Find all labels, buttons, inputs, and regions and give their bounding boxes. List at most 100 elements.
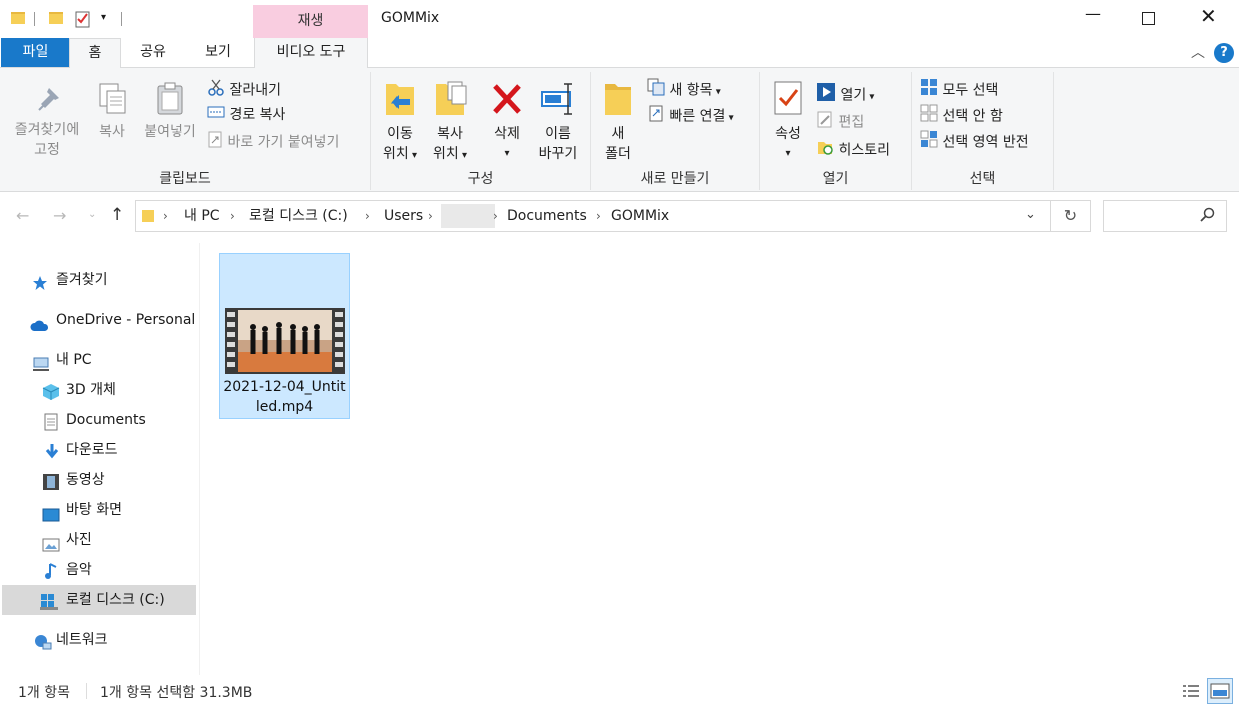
back-arrow-icon[interactable]: ← [16,206,29,225]
rename-button[interactable]: 이름 바꾸기 [533,78,583,164]
nav-label: 사진 [66,532,92,548]
context-tab-play: 재생 [253,5,368,38]
nav-label: 음악 [66,562,92,578]
select-all-button[interactable]: 모두 선택 [920,78,998,100]
invert-selection-button[interactable]: 선택 영역 반전 [920,130,1029,152]
pin-label-1: 즐겨찾기에 [14,122,80,138]
search-icon [1200,207,1216,227]
forward-arrow-icon[interactable]: → [53,206,66,225]
paste-shortcut-label: 바로 가기 붙여넣기 [227,134,340,151]
search-input[interactable] [1103,200,1227,232]
paste-shortcut-button[interactable]: 바로 가기 붙여넣기 [207,130,339,152]
redacted-username [441,204,495,228]
move-label-1: 이동 [387,126,413,142]
nav-desktop[interactable]: 바탕 화면 [2,495,196,525]
close-button[interactable]: ✕ [1200,4,1217,28]
history-button[interactable]: 히스토리 [816,138,890,160]
copyto-label-1: 복사 [437,126,463,142]
item-count: 1개 항목 [18,685,70,701]
nav-quick-access[interactable]: 즐겨찾기 [2,265,196,295]
breadcrumb-gommix[interactable]: GOMMix [611,201,669,231]
tab-video-tools[interactable]: 비디오 도구 [254,38,368,68]
help-icon[interactable]: ? [1214,43,1234,63]
properties-button[interactable]: 속성 ▾ [766,78,810,164]
nav-pictures[interactable]: 사진 [2,525,196,555]
group-open: 속성 ▾ 열기 ▾ 편집 히스토리 열기 [760,72,912,190]
newfolder-label-2: 폴더 [605,146,631,162]
paste-icon [157,82,183,115]
nav-network[interactable]: 네트워크 [2,625,196,655]
group-clipboard: 즐겨찾기에 고정 복사 붙여넣기 잘라내기 경로 복사 바로 가기 붙여넣기 클… [0,72,371,190]
breadcrumb-documents[interactable]: Documents [507,201,587,231]
delete-button[interactable]: 삭제 ▾ [485,78,529,164]
collapse-ribbon-chevron-icon[interactable]: ︿ [1191,42,1205,62]
address-dropdown-chevron-icon[interactable]: ⌄ [1025,207,1036,222]
breadcrumb-local-disk[interactable]: 로컬 디스크 (C:) [249,201,348,231]
new-item-button[interactable]: 새 항목 ▾ [647,78,721,100]
edit-button[interactable]: 편집 [816,110,864,132]
group-label-organize: 구성 [467,171,494,187]
edit-icon [816,110,834,135]
star-icon [32,272,48,302]
tab-share[interactable]: 공유 [124,38,182,68]
select-none-button[interactable]: 선택 안 함 [920,104,1003,126]
tab-view[interactable]: 보기 [186,38,250,68]
properties-label: 속성 [775,126,801,142]
copy-path-button[interactable]: 경로 복사 [207,104,285,126]
cut-button[interactable]: 잘라내기 [207,78,281,100]
easy-access-icon [647,104,665,129]
nav-label: 동영상 [66,472,105,488]
copy-button[interactable]: 복사 [92,82,132,142]
nav-label: OneDrive - Personal [56,312,196,328]
tab-home[interactable]: 홈 [69,38,121,69]
nav-local-disk[interactable]: 로컬 디스크 (C:) [2,585,196,615]
nav-documents[interactable]: Documents [2,405,196,435]
large-icons-view-button[interactable] [1207,678,1233,704]
properties-quick-icon[interactable] [74,10,92,32]
nav-downloads[interactable]: 다운로드 [2,435,196,465]
recent-locations-chevron-icon[interactable]: ⌄ [88,209,96,220]
tab-file[interactable]: 파일 [1,38,70,67]
up-arrow-icon[interactable]: ↑ [110,205,124,225]
nav-this-pc[interactable]: 내 PC [2,345,196,375]
nav-label: 다운로드 [66,442,118,458]
group-organize: 이동 위치 ▾ 복사 위치 ▾ 삭제 ▾ 이름 바꾸기 구성 [371,72,591,190]
group-label-clipboard: 클립보드 [159,171,211,187]
nav-videos[interactable]: 동영상 [2,465,196,495]
file-item[interactable]: 2021-12-04_Untit led.mp4 [219,253,350,419]
copyto-label-2: 위치 [433,146,459,162]
new-folder-quick-icon[interactable] [48,10,64,30]
move-to-button[interactable]: 이동 위치 ▾ [377,78,423,166]
group-select: 모두 선택 선택 안 함 선택 영역 반전 선택 [912,72,1054,190]
new-folder-icon [605,84,631,115]
breadcrumb-this-pc[interactable]: 내 PC [184,201,220,231]
breadcrumb-separator-icon: › [230,209,235,223]
pin-label-2: 고정 [34,142,60,158]
address-bar[interactable]: › 내 PC › 로컬 디스크 (C:) › Users › › Documen… [135,200,1051,232]
paste-button[interactable]: 붙여넣기 [136,82,204,142]
select-all-icon [920,78,938,103]
move-to-icon [386,84,414,115]
open-button[interactable]: 열기 ▾ [816,82,874,104]
refresh-button[interactable]: ↻ [1051,200,1091,232]
nav-3d-objects[interactable]: 3D 개체 [2,375,196,405]
breadcrumb-users[interactable]: Users [384,201,423,231]
nav-music[interactable]: 음악 [2,555,196,585]
select-none-label: 선택 안 함 [942,108,1003,125]
copy-icon [99,83,126,114]
folder-icon [10,10,26,30]
history-icon [816,138,834,163]
selection-status: 1개 항목 선택함 31.3MB [100,685,253,701]
refresh-icon: ↻ [1063,206,1078,225]
group-label-open: 열기 [822,171,849,187]
nav-onedrive[interactable]: OneDrive - Personal [2,305,196,335]
customize-qat-chevron-icon[interactable]: ▾ [101,12,106,23]
maximize-button[interactable] [1142,12,1155,25]
details-view-icon[interactable] [1181,682,1201,704]
copy-to-button[interactable]: 복사 위치 ▾ [427,78,473,166]
new-folder-button[interactable]: 새 폴더 [597,78,639,164]
media-player-icon [816,82,836,109]
pin-quick-access-button[interactable]: 즐겨찾기에 고정 [4,82,90,160]
easy-access-button[interactable]: 빠른 연결 ▾ [647,104,734,126]
minimize-button[interactable]: — [1085,4,1101,23]
